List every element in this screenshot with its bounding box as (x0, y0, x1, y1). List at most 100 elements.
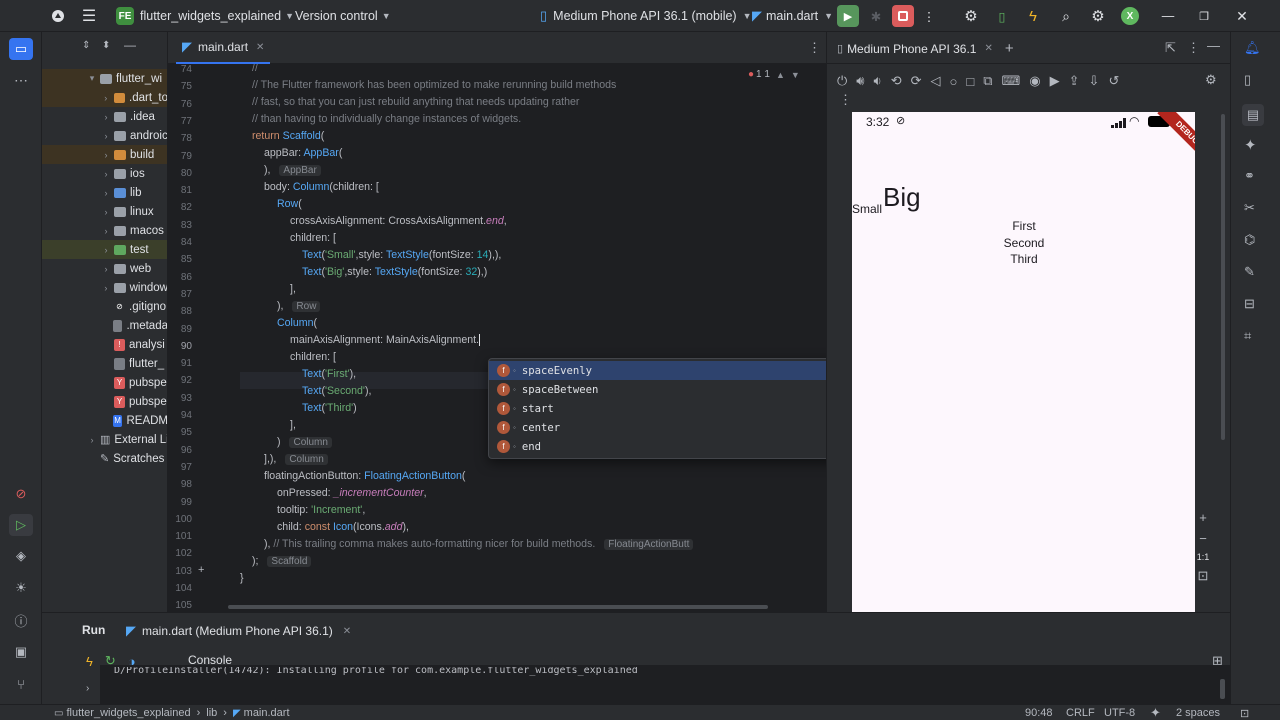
pencil-icon[interactable]: ✎ (1244, 264, 1255, 280)
vertical-scrollbar[interactable] (1220, 114, 1226, 440)
preview-icon[interactable]: ⊟ (1244, 296, 1255, 312)
tree-item[interactable]: › macos (42, 221, 167, 240)
tab-main-dart[interactable]: ◤ main.dart ✕ (176, 32, 271, 64)
tools-icon[interactable]: ✂ (1244, 200, 1255, 216)
tree-item[interactable]: › linux (42, 202, 167, 221)
add-tab-icon[interactable]: + (1005, 40, 1014, 57)
tree-external-libraries[interactable]: › ▥ External Li (42, 430, 168, 449)
open-external-icon[interactable]: ⇱ (1165, 40, 1176, 56)
project-selector[interactable]: FE flutter_widgets_explained ▼ (116, 0, 294, 32)
tree-item[interactable]: .metada (42, 316, 167, 335)
device-manager-icon[interactable]: ▯ (995, 0, 1009, 32)
stop-button[interactable] (892, 0, 914, 32)
code-editor[interactable]: ◤ main.dart ✕ ⋮ ● 1 1 ▲ ▼ 74 75 76 77 78 79 80… (168, 32, 826, 612)
settings-gear-icon[interactable]: ⚙ (1090, 0, 1106, 32)
account-button[interactable]: X (1121, 0, 1139, 32)
download-icon[interactable]: ⇩ (1089, 72, 1100, 90)
lock-icon[interactable]: ⊡ (1240, 705, 1249, 720)
minimize-icon[interactable]: — (1162, 0, 1175, 32)
horizontal-scrollbar[interactable] (228, 604, 768, 610)
gemini-icon[interactable]: ✦ (1244, 136, 1257, 154)
more-vertical-icon[interactable]: ⋮ (808, 40, 821, 56)
line-separator[interactable]: CRLF (1066, 705, 1095, 720)
tree-item[interactable]: › build (42, 145, 167, 164)
chevron-right-icon[interactable]: › (86, 683, 89, 694)
volume-down-icon[interactable]: 🔉︎ (874, 72, 882, 90)
minimize-panel-icon[interactable]: — (124, 38, 136, 52)
run-config-tab[interactable]: ◤ main.dart (Medium Phone API 36.1) ✕ (126, 623, 351, 639)
run-button[interactable]: ▶ (837, 0, 859, 32)
debug-icon[interactable]: ✱ (868, 0, 884, 32)
tree-item[interactable]: › test (42, 240, 167, 259)
dart-devtools-icon[interactable]: ◈ (9, 546, 33, 566)
plugin-icon[interactable]: ⚙ (962, 0, 980, 32)
fit-screen-icon[interactable]: ⊡ (1198, 568, 1209, 584)
close-tab-icon[interactable]: ✕ (343, 626, 351, 637)
tree-item[interactable]: ⊘ .gitigno (42, 297, 167, 316)
add-icon[interactable]: + (198, 564, 204, 576)
screen-record-icon[interactable]: ▶ (1050, 72, 1060, 90)
close-tab-icon[interactable]: ✕ (256, 42, 264, 53)
tree-item[interactable]: › androic (42, 126, 168, 145)
tree-item[interactable]: M READM (42, 411, 167, 430)
upload-icon[interactable]: ⇪ (1069, 72, 1080, 90)
indent-setting[interactable]: 2 spaces (1176, 705, 1220, 720)
problems-icon[interactable]: ⓘ (9, 610, 33, 630)
hot-reload-icon[interactable]: ϟ (1026, 0, 1040, 32)
layout-inspector-icon[interactable]: ⌗ (1244, 328, 1251, 344)
breadcrumb-file[interactable]: main.dart (244, 707, 290, 719)
rotate-right-icon[interactable]: ⟳ (911, 72, 922, 90)
ai-assistant-icon[interactable]: ✦ (1150, 705, 1161, 720)
fold-icon[interactable]: ⧉ (983, 72, 992, 90)
no-events-icon[interactable]: ⊘ (9, 484, 33, 504)
device-screen[interactable]: 3:32 ⊘ ◠ DEBUG Small Big First Second Th… (852, 112, 1195, 612)
zoom-in-icon[interactable]: + (1199, 510, 1207, 525)
close-icon[interactable]: ✕ (1236, 0, 1248, 32)
console-output[interactable]: D/ProfileInstaller(14742): Installing pr… (100, 665, 1230, 704)
minimize-panel-icon[interactable]: — (1207, 38, 1220, 53)
zoom-out-icon[interactable]: − (1199, 531, 1207, 546)
main-menu-icon[interactable]: ☰ (80, 0, 98, 32)
tree-item[interactable]: › ios (42, 164, 167, 183)
app-logo-icon[interactable] (50, 0, 66, 32)
vcs-menu[interactable]: Version control ▼ (295, 0, 391, 32)
tab-emulator[interactable]: ▯ Medium Phone API 36.1 ✕ + (837, 40, 1014, 57)
more-vertical-icon[interactable]: ⋮ (923, 0, 936, 32)
terminal-icon[interactable]: ▣ (9, 642, 33, 662)
tree-scratches[interactable]: ✎ Scratches (42, 449, 164, 468)
rotate-left-icon[interactable]: ⟲ (891, 72, 902, 90)
link-icon[interactable]: ⚭ (1244, 168, 1255, 184)
tree-item[interactable]: › .idea (42, 107, 167, 126)
device-manager-icon[interactable]: ▯ (1244, 72, 1251, 88)
more-horizontal-icon[interactable]: ⋯ (9, 70, 33, 90)
screenshot-icon[interactable]: ◉ (1029, 72, 1040, 90)
bug-icon[interactable]: ☀ (9, 578, 33, 598)
project-view-icon[interactable]: ▭ (9, 38, 33, 60)
git-branch-icon[interactable]: ⑂ (9, 674, 33, 694)
running-devices-icon[interactable]: ▤ (1242, 104, 1264, 126)
console-scrollbar[interactable] (1220, 679, 1225, 699)
snapshot-icon[interactable]: ↺ (1108, 72, 1119, 90)
tree-item[interactable]: Ypubspe (42, 373, 167, 392)
overview-icon[interactable]: □ (966, 72, 974, 90)
display-mode-icon[interactable]: ⌨ (1002, 72, 1021, 90)
run-config-selector[interactable]: ◤ main.dart ▼ (752, 0, 833, 32)
settings-icon[interactable]: ⚙ (1205, 72, 1217, 88)
inspector-icon[interactable]: ⌬ (1244, 232, 1255, 248)
zoom-actual-size[interactable]: 1:1 (1197, 552, 1210, 562)
search-icon[interactable]: ⌕ (1058, 0, 1074, 32)
more-vertical-icon[interactable]: ⋮ (1187, 40, 1200, 56)
file-encoding[interactable]: UTF-8 (1104, 705, 1135, 720)
device-selector[interactable]: ▯ Medium Phone API 36.1 (mobile) ▼ (540, 0, 752, 32)
tree-item[interactable]: Ypubspe (42, 392, 167, 411)
expand-collapse-icon[interactable]: ⇕ (82, 40, 90, 51)
chevron-up-down-icon[interactable]: ⬍ (102, 40, 110, 51)
tree-item[interactable]: › web (42, 259, 167, 278)
home-icon[interactable]: ○ (950, 72, 958, 90)
hot-reload-icon[interactable]: ϟ (86, 654, 93, 669)
tree-item[interactable]: ! analysi (42, 335, 167, 354)
cursor-position[interactable]: 90:48 (1025, 705, 1053, 720)
run-tool-icon[interactable]: ▷ (9, 514, 33, 536)
more-vertical-icon[interactable]: ⋮ (839, 92, 852, 108)
breadcrumb-folder[interactable]: lib (206, 707, 217, 719)
